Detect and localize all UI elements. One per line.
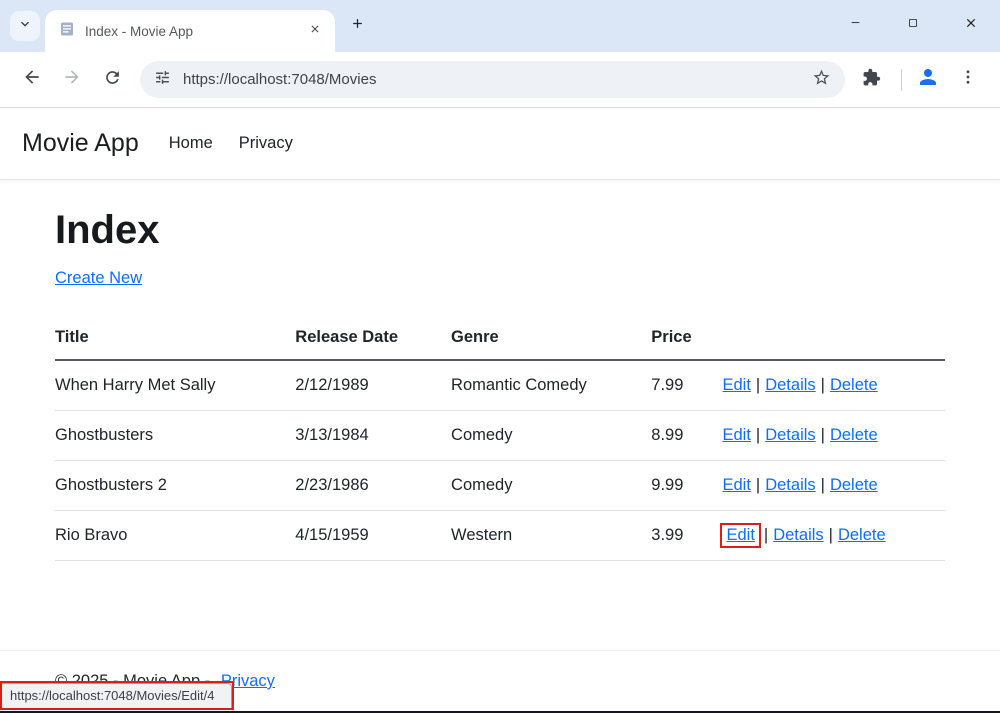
action-separator: | bbox=[756, 476, 760, 494]
table-header-row: Title Release Date Genre Price bbox=[55, 318, 945, 360]
maximize-icon bbox=[907, 16, 919, 34]
cell-title: Ghostbusters bbox=[55, 411, 295, 461]
nav-link-home[interactable]: Home bbox=[169, 134, 213, 153]
reload-button[interactable] bbox=[94, 62, 130, 98]
tab-strip: Index - Movie App bbox=[0, 0, 1000, 52]
annotation-edit-highlight: Edit bbox=[720, 523, 760, 548]
minimize-button[interactable] bbox=[826, 0, 884, 50]
browser-window: Index - Movie App bbox=[0, 0, 1000, 713]
action-separator: | bbox=[756, 426, 760, 444]
cell-price: 9.99 bbox=[651, 461, 722, 511]
forward-button[interactable] bbox=[54, 62, 90, 98]
cell-genre: Comedy bbox=[451, 411, 651, 461]
column-header-actions bbox=[722, 318, 945, 360]
close-icon bbox=[964, 16, 978, 35]
bookmark-star-icon[interactable] bbox=[812, 68, 831, 92]
action-separator: | bbox=[829, 526, 833, 544]
column-header-price: Price bbox=[651, 318, 722, 360]
person-icon bbox=[916, 65, 940, 94]
action-separator: | bbox=[821, 376, 825, 394]
reload-icon bbox=[103, 68, 122, 92]
table-row: Ghostbusters 2 2/23/1986 Comedy 9.99 Edi… bbox=[55, 461, 945, 511]
delete-link[interactable]: Delete bbox=[838, 526, 886, 544]
details-link[interactable]: Details bbox=[765, 426, 815, 444]
maximize-button[interactable] bbox=[884, 0, 942, 50]
table-row: Ghostbusters 3/13/1984 Comedy 8.99 Edit |… bbox=[55, 411, 945, 461]
status-url-text: https://localhost:7048/Movies/Edit/4 bbox=[10, 688, 215, 703]
plus-icon bbox=[350, 16, 365, 36]
three-dots-icon bbox=[959, 68, 977, 91]
menu-button[interactable] bbox=[950, 62, 986, 98]
edit-link[interactable]: Edit bbox=[722, 426, 750, 444]
window-controls bbox=[826, 0, 1000, 50]
details-link[interactable]: Details bbox=[765, 376, 815, 394]
cell-release-date: 2/12/1989 bbox=[295, 360, 451, 411]
address-bar[interactable]: https://localhost:7048/Movies bbox=[140, 61, 845, 98]
edit-link[interactable]: Edit bbox=[726, 526, 754, 544]
cell-release-date: 2/23/1986 bbox=[295, 461, 451, 511]
navbar-brand[interactable]: Movie App bbox=[22, 129, 139, 158]
details-link[interactable]: Details bbox=[773, 526, 823, 544]
action-separator: | bbox=[756, 376, 760, 394]
puzzle-icon bbox=[862, 68, 881, 92]
profile-avatar-button[interactable] bbox=[910, 62, 946, 98]
delete-link[interactable]: Delete bbox=[830, 376, 878, 394]
cell-genre: Comedy bbox=[451, 461, 651, 511]
browser-toolbar: https://localhost:7048/Movies bbox=[0, 52, 1000, 108]
cell-actions: Edit | Details | Delete bbox=[722, 360, 945, 411]
page-title: Index bbox=[55, 208, 945, 253]
cell-release-date: 4/15/1959 bbox=[295, 511, 451, 561]
toolbar-divider bbox=[901, 69, 902, 91]
status-bubble: https://localhost:7048/Movies/Edit/4 bbox=[2, 683, 232, 708]
cell-genre: Romantic Comedy bbox=[451, 360, 651, 411]
tab-title: Index - Movie App bbox=[85, 24, 295, 39]
details-link[interactable]: Details bbox=[765, 476, 815, 494]
column-header-release-date: Release Date bbox=[295, 318, 451, 360]
annotation-statusbar-highlight: https://localhost:7048/Movies/Edit/4 bbox=[0, 681, 234, 710]
cell-price: 8.99 bbox=[651, 411, 722, 461]
main-content: Index Create New Title Release Date Genr… bbox=[0, 208, 1000, 561]
cell-title: When Harry Met Sally bbox=[55, 360, 295, 411]
action-separator: | bbox=[821, 476, 825, 494]
site-settings-icon[interactable] bbox=[154, 69, 171, 91]
cell-actions: Edit | Details | Delete bbox=[722, 461, 945, 511]
cell-title: Ghostbusters 2 bbox=[55, 461, 295, 511]
cell-genre: Western bbox=[451, 511, 651, 561]
window-close-button[interactable] bbox=[942, 0, 1000, 50]
cell-price: 3.99 bbox=[651, 511, 722, 561]
edit-link[interactable]: Edit bbox=[722, 476, 750, 494]
favicon-icon bbox=[59, 21, 75, 42]
arrow-right-icon bbox=[62, 67, 82, 92]
browser-tab[interactable]: Index - Movie App bbox=[45, 10, 335, 52]
cell-actions: Edit | Details | Delete bbox=[722, 511, 945, 561]
cell-title: Rio Bravo bbox=[55, 511, 295, 561]
create-new-link[interactable]: Create New bbox=[55, 269, 142, 287]
page-viewport: Movie App Home Privacy Index Create New … bbox=[0, 108, 1000, 710]
movies-table: Title Release Date Genre Price When Harr… bbox=[55, 318, 945, 561]
arrow-left-icon bbox=[22, 67, 42, 92]
edit-link[interactable]: Edit bbox=[722, 376, 750, 394]
cell-release-date: 3/13/1984 bbox=[295, 411, 451, 461]
tab-search-button[interactable] bbox=[10, 11, 40, 41]
site-navbar: Movie App Home Privacy bbox=[0, 108, 1000, 180]
chevron-down-icon bbox=[17, 16, 33, 37]
close-icon bbox=[309, 22, 321, 40]
table-row: When Harry Met Sally 2/12/1989 Romantic … bbox=[55, 360, 945, 411]
url-text: https://localhost:7048/Movies bbox=[183, 71, 812, 88]
delete-link[interactable]: Delete bbox=[830, 476, 878, 494]
delete-link[interactable]: Delete bbox=[830, 426, 878, 444]
action-separator: | bbox=[821, 426, 825, 444]
nav-link-privacy[interactable]: Privacy bbox=[239, 134, 293, 153]
column-header-title: Title bbox=[55, 318, 295, 360]
cell-actions: Edit | Details | Delete bbox=[722, 411, 945, 461]
back-button[interactable] bbox=[14, 62, 50, 98]
column-header-genre: Genre bbox=[451, 318, 651, 360]
new-tab-button[interactable] bbox=[341, 10, 373, 42]
table-row: Rio Bravo 4/15/1959 Western 3.99 Edit | De… bbox=[55, 511, 945, 561]
action-separator: | bbox=[764, 526, 768, 544]
minimize-icon bbox=[849, 16, 862, 34]
tab-close-button[interactable] bbox=[305, 21, 325, 41]
cell-price: 7.99 bbox=[651, 360, 722, 411]
extensions-button[interactable] bbox=[853, 62, 889, 98]
